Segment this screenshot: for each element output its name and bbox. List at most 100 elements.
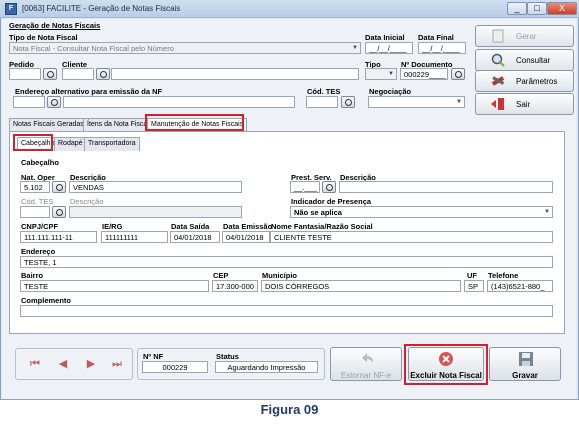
figure-caption: Figura 09 (260, 402, 319, 417)
nome-label: Nome Fantasia/Razão Social (271, 222, 373, 231)
telefone-field[interactable]: (143)6521-880_ (487, 280, 553, 292)
chevron-down-icon: ▼ (456, 99, 462, 105)
cod-tes-header-label: Cód. TES (307, 87, 341, 96)
endereco-alt-field[interactable] (63, 96, 295, 108)
document-icon (492, 29, 504, 43)
descricao-field[interactable]: VENDAS (69, 181, 242, 193)
parametros-button[interactable]: Parâmetros (475, 70, 574, 92)
close-button[interactable]: X (547, 2, 577, 15)
last-record-icon[interactable]: ⏭ (104, 352, 130, 376)
endereco-alt-label: Endereço alternativo para emissão da NF (15, 87, 163, 96)
cnpj-field[interactable]: 111.111.111-11 (20, 231, 97, 243)
bairro-field[interactable]: TESTE (20, 280, 209, 292)
data-saida-label: Data Saída (171, 222, 210, 231)
exit-door-icon (491, 98, 504, 110)
cod-tes-field[interactable] (20, 206, 50, 218)
descricao2-field[interactable] (339, 181, 553, 193)
nome-field[interactable]: CLIENTE TESTE (270, 231, 553, 243)
data-inicial-label: Data Inicial (365, 33, 405, 42)
status-field: Aguardando Impressão (215, 361, 318, 373)
window-title: [0063] FACILITE - Geração de Notas Fisca… (22, 4, 181, 13)
complemento-label: Complemento (21, 296, 72, 305)
complemento-field[interactable] (20, 305, 553, 317)
num-doc-field[interactable]: 000229____ (400, 68, 448, 80)
ie-field[interactable]: 111111111 (101, 231, 168, 243)
cabecalho-group-title: Cabeçalho (21, 158, 59, 167)
gerar-button[interactable]: Gerar (475, 25, 574, 47)
cod-tes-search-icon[interactable] (52, 206, 66, 218)
endereco-field[interactable]: TESTE, 1 (20, 256, 553, 268)
subtab-rodape[interactable]: Rodapé (54, 137, 87, 151)
prest-serv-search-icon[interactable] (322, 181, 336, 193)
cnpj-label: CNPJ/CPF (21, 222, 59, 231)
uf-field[interactable]: SP (464, 280, 484, 292)
pedido-search-icon[interactable] (43, 68, 57, 80)
first-record-icon[interactable]: ⏮ (22, 352, 48, 376)
descricao3-field (69, 206, 242, 218)
cod-tes-header-search-icon[interactable] (341, 96, 355, 108)
data-saida-field[interactable]: 04/01/2018 (170, 231, 220, 243)
prest-serv-field[interactable]: __.___ (290, 181, 320, 193)
pedido-field[interactable] (9, 68, 41, 80)
negociacao-label: Negociação (369, 87, 412, 96)
municipio-field[interactable]: DOIS CÓRREGOS (261, 280, 461, 292)
excluir-nota-fiscal-button[interactable]: Excluir Nota Fiscal (408, 347, 484, 381)
negociacao-select[interactable] (368, 96, 465, 108)
prev-record-icon[interactable]: ◀ (50, 352, 76, 376)
chevron-down-icon: ▼ (352, 45, 358, 51)
magnifier-icon (491, 53, 505, 67)
subtab-cabecalho[interactable]: Cabeçalho (17, 137, 59, 151)
section-title: Geração de Notas Fiscais (9, 21, 101, 30)
nat-oper-search-icon[interactable] (52, 181, 66, 193)
estornar-nfe-button[interactable]: Estornar NF-e (330, 347, 402, 381)
chevron-down-icon: ▼ (544, 209, 550, 215)
tipo-nota-label: Tipo de Nota Fiscal (9, 33, 78, 42)
cliente-name-field[interactable] (111, 68, 359, 80)
nnf-label: Nº NF (143, 352, 164, 361)
num-doc-search-icon[interactable] (451, 68, 465, 80)
ie-label: IE/RG (102, 222, 123, 231)
endereco-alt-search-icon[interactable] (47, 96, 61, 108)
data-emissao-label: Data Emissão (223, 222, 273, 231)
maximize-button[interactable]: □ (527, 2, 547, 15)
minimize-button[interactable]: _ (507, 2, 527, 15)
tab-itens-nota[interactable]: Ítens da Nota Fiscal (83, 118, 153, 132)
tipo-nota-select[interactable]: Nota Fiscal - Consultar Nota Fiscal pelo… (9, 42, 361, 54)
floppy-disk-icon (519, 352, 533, 366)
data-emissao-field[interactable]: 04/01/2018 (222, 231, 270, 243)
cep-field[interactable]: 17.300-000 (212, 280, 258, 292)
cliente-code-field[interactable] (62, 68, 94, 80)
title-bar: F [0063] FACILITE - Geração de Notas Fis… (0, 0, 579, 18)
data-inicial-field[interactable]: __/__/____ (365, 42, 413, 54)
data-final-field[interactable]: __/__/____ (418, 42, 466, 54)
cep-label: CEP (213, 271, 229, 280)
data-final-label: Data Final (418, 33, 454, 42)
delete-x-icon (439, 352, 453, 366)
telefone-label: Telefone (488, 271, 519, 280)
municipio-label: Município (262, 271, 297, 280)
uf-label: UF (467, 271, 477, 280)
tab-notas-geradas[interactable]: Notas Fiscais Geradas (9, 118, 88, 132)
next-record-icon[interactable]: ▶ (78, 352, 104, 376)
tools-icon (491, 76, 505, 86)
nat-oper-field[interactable]: 5.102 (20, 181, 50, 193)
status-label: Status (216, 352, 239, 361)
endereco-alt-code[interactable] (13, 96, 45, 108)
undo-arrow-icon (362, 353, 373, 363)
gravar-button[interactable]: Gravar (489, 347, 561, 381)
tab-manutencao[interactable]: Manutenção de Notas Fiscais (147, 118, 248, 132)
chevron-down-icon: ▼ (388, 71, 394, 77)
app-icon: F (5, 3, 17, 15)
sair-button[interactable]: Sair (475, 93, 574, 115)
consultar-button[interactable]: Consultar (475, 49, 574, 71)
cod-tes-label: Cód. TES (21, 197, 54, 206)
bairro-label: Bairro (21, 271, 44, 280)
endereco-label: Endereço (21, 247, 56, 256)
indicador-label: Indicador de Presença (291, 197, 372, 206)
cod-tes-header-field[interactable] (306, 96, 338, 108)
nnf-field: 000229 (142, 361, 208, 373)
cliente-search-icon[interactable] (96, 68, 110, 80)
descricao3-label: Descrição (70, 197, 104, 206)
subtab-transportadora[interactable]: Transportadora (84, 137, 140, 151)
indicador-select[interactable]: Não se aplica (290, 206, 553, 218)
